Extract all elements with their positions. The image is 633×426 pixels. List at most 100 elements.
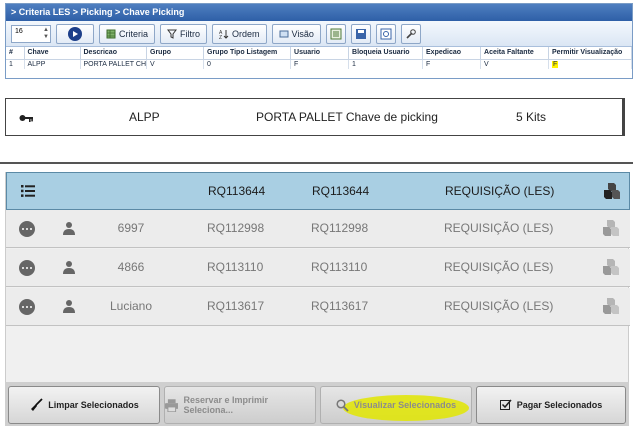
- col-header[interactable]: Bloqueia Usuario: [348, 47, 424, 60]
- ordem-label: Ordem: [232, 28, 260, 39]
- grid-cell: ALPP: [24, 59, 81, 69]
- req-id-secondary: RQ112998: [311, 221, 369, 235]
- legacy-panel: > Criteria LES > Picking > Chave Picking…: [5, 3, 633, 79]
- table-row[interactable]: 1 ALPP PORTA PALLET CH V 0 F 1 F V F: [6, 59, 632, 69]
- req-type: REQUISIÇÃO (LES): [444, 221, 554, 235]
- req-id: RQ112998: [207, 221, 265, 235]
- user-id: 4866: [117, 260, 145, 274]
- col-header[interactable]: Expedicao: [422, 47, 482, 60]
- pagar-selecionados-button[interactable]: Pagar Selecionados: [476, 386, 626, 424]
- info-kits: 5 Kits: [516, 110, 547, 124]
- action-bar: Limpar Selecionados Reservar e Imprimir …: [5, 382, 629, 426]
- col-header[interactable]: #: [6, 47, 25, 60]
- visualizar-label: Visualizar Selecionados: [353, 400, 457, 410]
- spinner-arrows-icon[interactable]: ▲ ▼: [43, 27, 49, 41]
- toolbar: 16 ▲ ▼ Criteria Filtro AZ Ordem Visão: [6, 21, 632, 47]
- wrench-icon: [406, 28, 416, 39]
- grid-cell: V: [480, 59, 550, 69]
- grid-cell: 0: [203, 59, 292, 69]
- col-header[interactable]: Grupo Tipo Listagem: [203, 47, 292, 60]
- list-item[interactable]: Luciano RQ113617 RQ113617 REQUISIÇÃO (LE…: [6, 288, 630, 326]
- user-id: Luciano: [109, 299, 153, 313]
- page-size-value: 16: [15, 27, 23, 35]
- breadcrumb: > Criteria LES > Picking > Chave Picking: [6, 4, 632, 21]
- more-icon[interactable]: [19, 299, 35, 315]
- grid-cell: PORTA PALLET CH: [80, 59, 148, 69]
- col-header[interactable]: Permitir Visualização: [548, 47, 632, 60]
- play-icon: [68, 26, 82, 41]
- limpar-label: Limpar Selecionados: [48, 400, 139, 410]
- criteria-button[interactable]: Criteria: [99, 23, 156, 44]
- req-id: RQ113644: [208, 184, 266, 198]
- divider: [0, 162, 633, 164]
- list-header-row[interactable]: RQ113644 RQ113644 REQUISIÇÃO (LES): [6, 172, 630, 210]
- limpar-selecionados-button[interactable]: Limpar Selecionados: [8, 386, 160, 424]
- list-item[interactable]: 6997 RQ112998 RQ112998 REQUISIÇÃO (LES): [6, 210, 630, 248]
- col-header[interactable]: Descricao: [80, 47, 148, 60]
- broom-icon: [31, 398, 43, 411]
- req-type: REQUISIÇÃO (LES): [444, 299, 554, 313]
- ordem-button[interactable]: AZ Ordem: [212, 23, 267, 44]
- boxes-icon[interactable]: [601, 296, 621, 319]
- info-descricao: PORTA PALLET Chave de picking: [256, 110, 438, 124]
- boxes-icon[interactable]: [601, 218, 621, 241]
- more-icon[interactable]: [19, 260, 35, 276]
- data-grid: # Chave Descricao Grupo Grupo Tipo Lista…: [6, 47, 632, 69]
- grid-header-row: # Chave Descricao Grupo Grupo Tipo Lista…: [6, 47, 632, 60]
- pagar-label: Pagar Selecionados: [516, 400, 603, 410]
- req-id: RQ113110: [207, 260, 264, 274]
- highlighted-value: F: [552, 60, 559, 68]
- visao-button[interactable]: Visão: [271, 23, 321, 44]
- col-header[interactable]: Aceita Faltante: [480, 47, 550, 60]
- person-icon: [63, 299, 75, 316]
- grid-cell-highlighted: F: [548, 59, 632, 69]
- key-icon: [19, 112, 33, 126]
- run-button[interactable]: [56, 23, 94, 44]
- save-icon: [355, 28, 366, 39]
- person-icon: [63, 221, 75, 238]
- req-id-secondary: RQ113644: [312, 184, 370, 198]
- grid-cell: 1: [6, 59, 25, 69]
- reservar-label: Reservar e Imprimir Seleciona...: [183, 395, 269, 415]
- req-id-secondary: RQ113617: [311, 299, 369, 313]
- svg-text:Z: Z: [219, 35, 222, 39]
- boxes-icon[interactable]: [602, 181, 622, 204]
- req-id: RQ113617: [207, 299, 265, 313]
- search-icon: [336, 398, 349, 412]
- info-chave: ALPP: [129, 110, 160, 124]
- settings-button[interactable]: [400, 23, 421, 44]
- col-header[interactable]: Chave: [24, 47, 81, 60]
- col-header[interactable]: Usuario: [290, 47, 350, 60]
- refresh-icon: [380, 28, 392, 39]
- more-icon[interactable]: [19, 221, 35, 237]
- req-type: REQUISIÇÃO (LES): [445, 184, 555, 198]
- save-button[interactable]: [350, 23, 371, 44]
- funnel-icon: [167, 29, 178, 39]
- person-icon: [63, 260, 75, 277]
- printer-icon: [165, 398, 179, 412]
- grid-cell: F: [290, 59, 350, 69]
- reservar-imprimir-button[interactable]: Reservar e Imprimir Seleciona...: [164, 386, 316, 424]
- col-header[interactable]: Grupo: [146, 47, 205, 60]
- filtro-label: Filtro: [180, 28, 201, 39]
- checkbox-icon: [499, 399, 512, 410]
- req-id-secondary: RQ113110: [311, 260, 368, 274]
- visao-label: Visão: [291, 28, 314, 39]
- grid-cell: V: [146, 59, 205, 69]
- visualizar-selecionados-button[interactable]: Visualizar Selecionados: [320, 386, 472, 424]
- grid-icon: [106, 29, 116, 38]
- req-type: REQUISIÇÃO (LES): [444, 260, 554, 274]
- export-icon: [330, 28, 342, 39]
- list-icon[interactable]: [21, 185, 35, 200]
- list-item[interactable]: 4866 RQ113110 RQ113110 REQUISIÇÃO (LES): [6, 249, 630, 287]
- refresh-button[interactable]: [375, 23, 396, 44]
- grid-cell: 1: [348, 59, 424, 69]
- grid-cell: F: [422, 59, 482, 69]
- page-size-spinner[interactable]: 16 ▲ ▼: [11, 24, 51, 43]
- boxes-icon[interactable]: [601, 257, 621, 280]
- view-icon: [279, 30, 289, 37]
- filtro-button[interactable]: Filtro: [160, 23, 208, 44]
- export-button[interactable]: [325, 23, 346, 44]
- picking-key-info: ALPP PORTA PALLET Chave de picking 5 Kit…: [5, 98, 625, 136]
- sort-icon: AZ: [219, 29, 229, 39]
